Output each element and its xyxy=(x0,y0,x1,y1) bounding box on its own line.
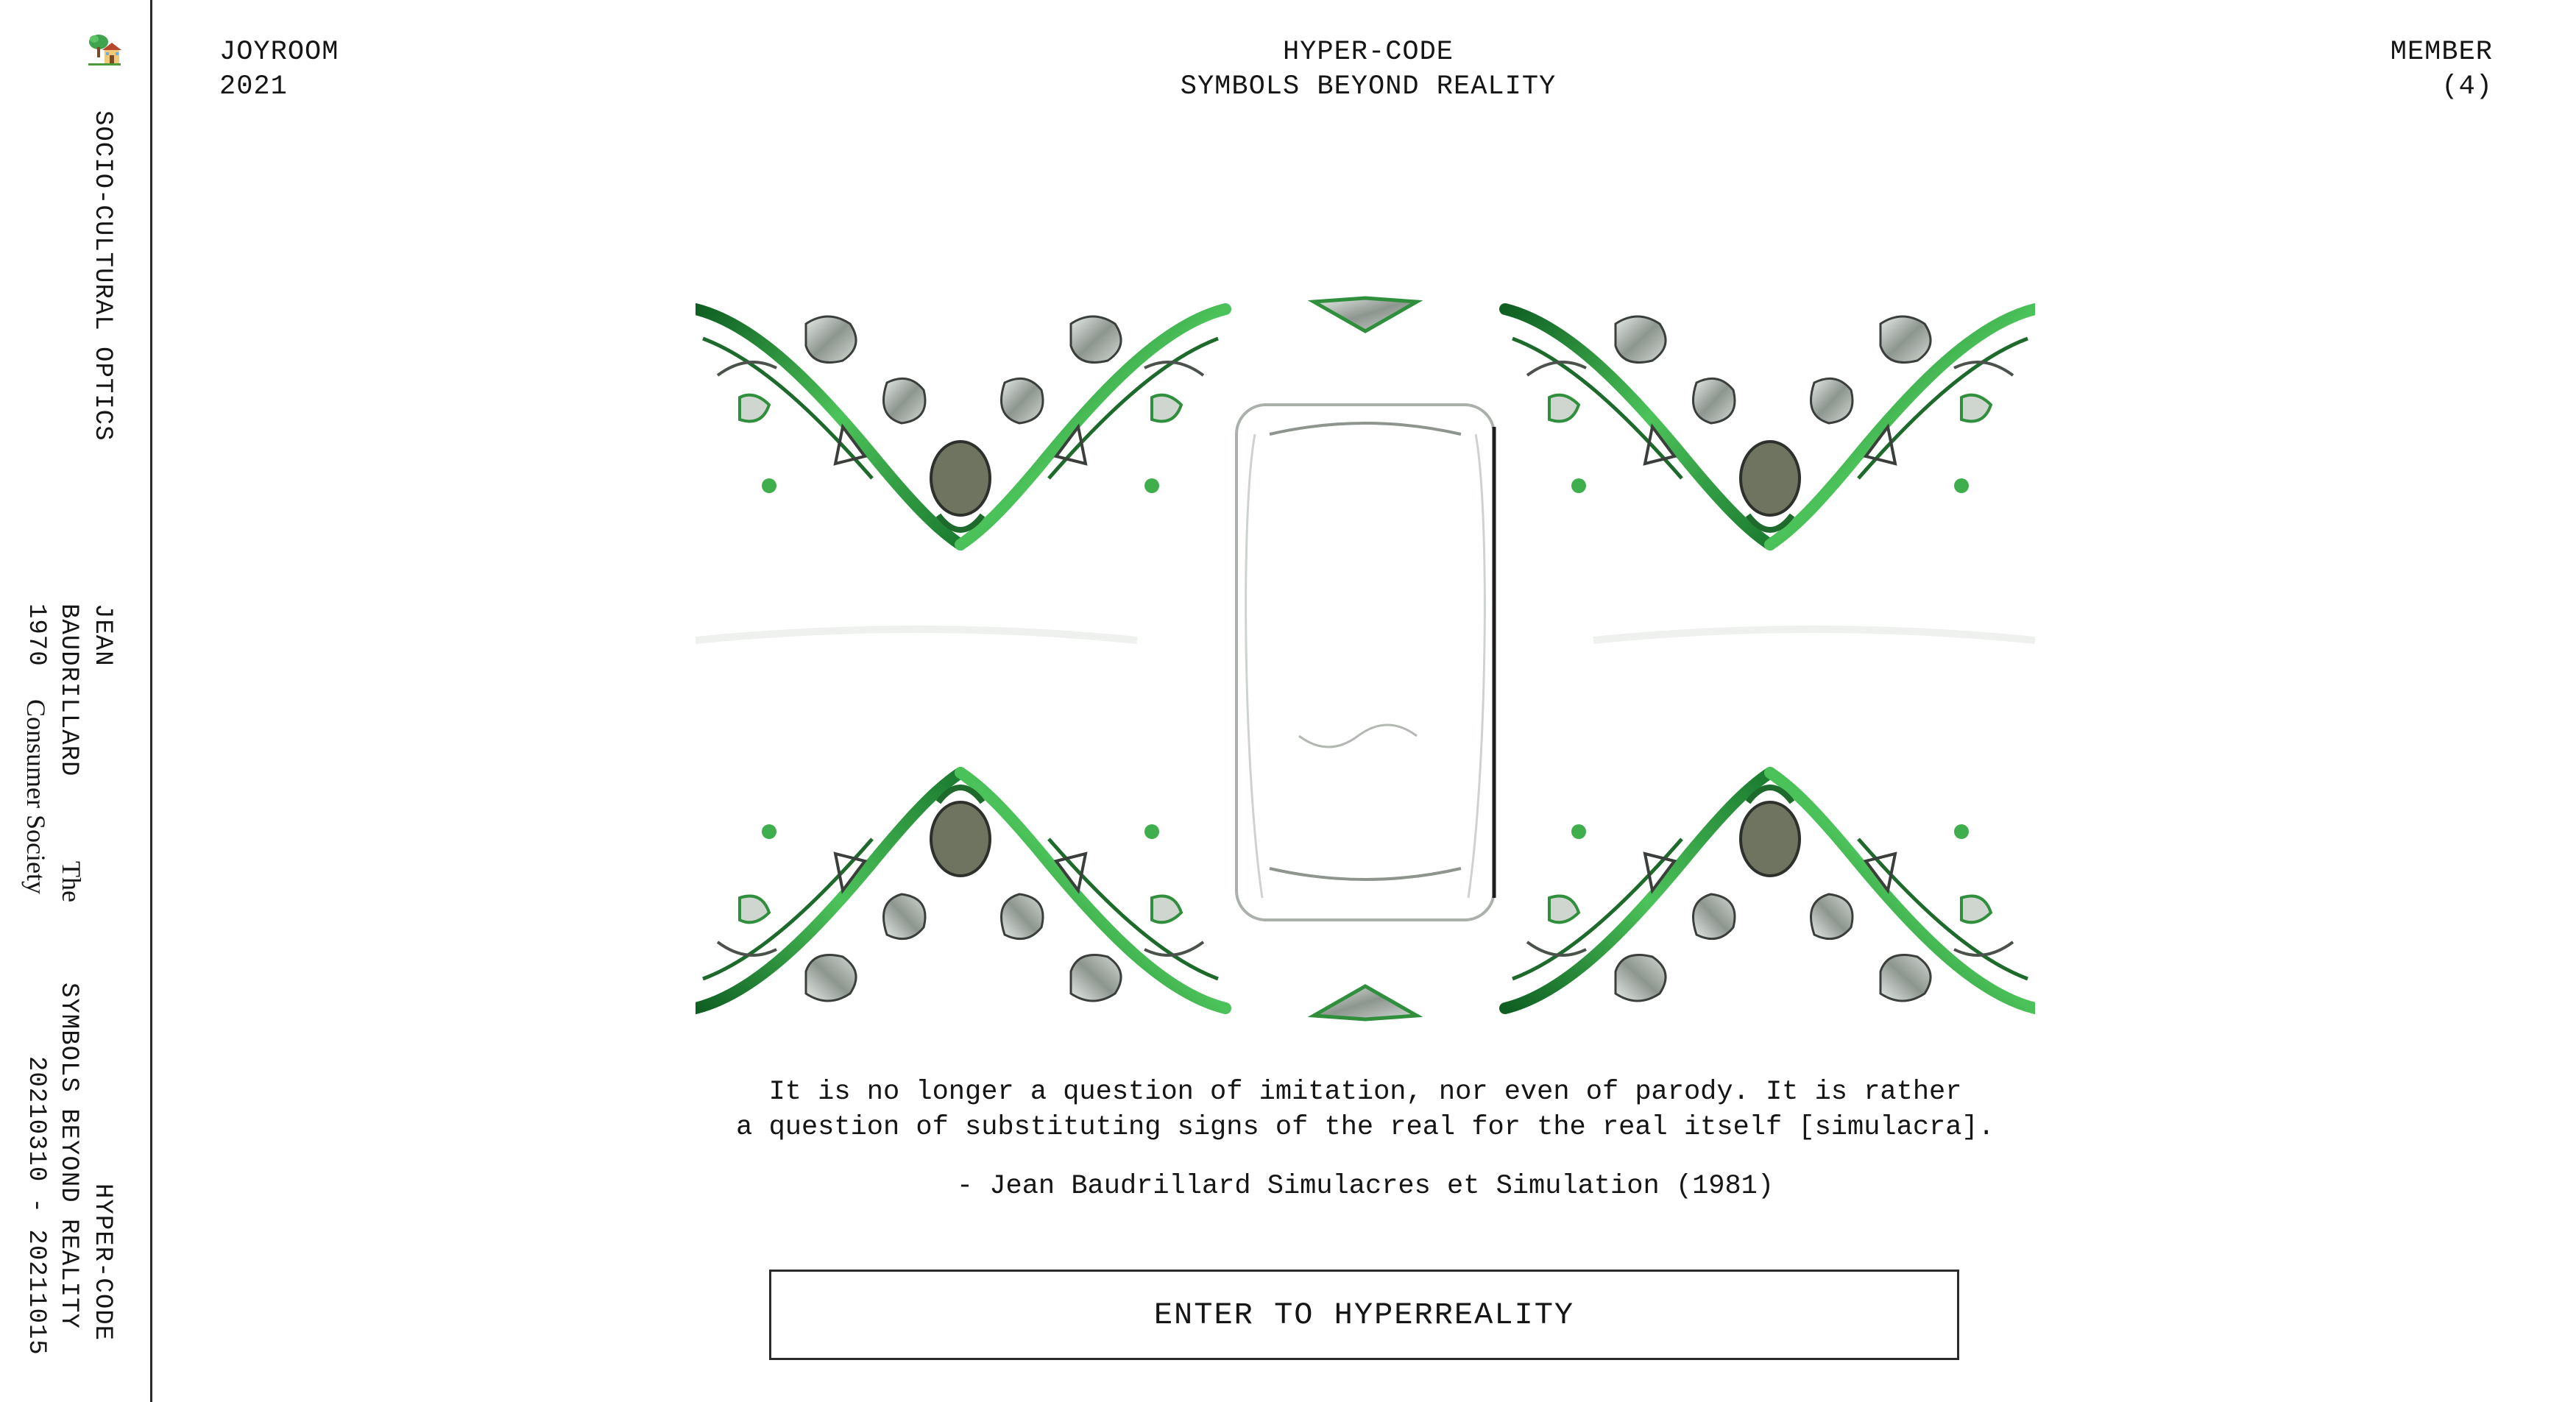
quote-line-1: It is no longer a question of imitation,… xyxy=(768,1077,1962,1108)
book-year: 1970 xyxy=(22,603,50,667)
quote-line-2: a question of substituting signs of the … xyxy=(736,1112,1995,1143)
member-count: (4) xyxy=(2441,71,2493,102)
chrome-symmetric-artwork xyxy=(696,296,2035,1022)
sidebar: SOCIO-CULTURAL OPTICS JEAN BAUDRILLARD T… xyxy=(0,0,152,1402)
page-title: HYPER-CODE xyxy=(1282,37,1454,68)
page: SOCIO-CULTURAL OPTICS JEAN BAUDRILLARD T… xyxy=(0,0,2576,1402)
member-link[interactable]: MEMBER (4) xyxy=(2391,35,2493,105)
brand-name: JOYROOM xyxy=(219,37,339,68)
house-tree-icon[interactable] xyxy=(86,32,121,68)
author-last-name: BAUDRILLARD xyxy=(54,603,82,777)
exhibition-title: HYPER-CODE xyxy=(88,1183,116,1342)
section-title: SOCIO-CULTURAL OPTICS xyxy=(88,110,116,442)
quote-attribution: - Jean Baudrillard Simulacres et Simulat… xyxy=(956,1171,1774,1202)
header-brand[interactable]: JOYROOM 2021 xyxy=(219,35,339,105)
page-subtitle: SYMBOLS BEYOND REALITY xyxy=(1180,71,1557,102)
enter-hyperreality-button[interactable]: ENTER TO HYPERREALITY xyxy=(769,1270,1959,1360)
author-first-name: JEAN xyxy=(88,603,116,667)
header-title: HYPER-CODE SYMBOLS BEYOND REALITY xyxy=(1070,35,1666,105)
exhibition-subtitle: SYMBOLS BEYOND REALITY xyxy=(54,983,82,1329)
book-title: The xyxy=(57,861,86,902)
member-label: MEMBER xyxy=(2390,37,2493,68)
book-subtitle: Consumer Society xyxy=(21,699,51,894)
exhibition-dates: 20210310 - 20211015 xyxy=(22,1056,50,1356)
quote-text: It is no longer a question of imitation,… xyxy=(699,1074,2031,1145)
brand-year: 2021 xyxy=(219,71,288,102)
